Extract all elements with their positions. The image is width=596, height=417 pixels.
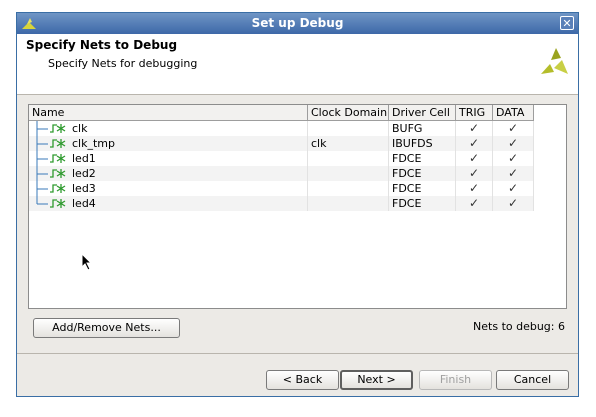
driver-cell-cell: FDCE	[389, 196, 456, 211]
column-header-trig[interactable]: TRIG	[456, 105, 493, 120]
table-row[interactable]: clk_tmp clk IBUFDS ✓ ✓	[29, 136, 534, 151]
clock-domain-cell	[308, 151, 389, 166]
net-icon	[50, 184, 66, 193]
net-name: led3	[72, 181, 308, 196]
mouse-pointer-icon	[81, 253, 93, 271]
table-row[interactable]: led3 FDCE ✓ ✓	[29, 181, 534, 196]
data-cell[interactable]: ✓	[493, 151, 534, 166]
clock-domain-cell: clk	[308, 136, 389, 151]
data-cell[interactable]: ✓	[493, 181, 534, 196]
net-name: clk	[72, 121, 308, 136]
net-icon	[50, 139, 66, 148]
driver-cell-cell: FDCE	[389, 181, 456, 196]
data-cell[interactable]: ✓	[493, 196, 534, 211]
finish-button[interactable]: Finish	[419, 370, 492, 390]
net-name: clk_tmp	[72, 136, 308, 151]
button-separator	[17, 353, 578, 354]
table-row[interactable]: led1 FDCE ✓ ✓	[29, 151, 534, 166]
title-bar[interactable]: Set up Debug ✕	[17, 13, 578, 34]
next-button[interactable]: Next >	[340, 370, 413, 390]
data-cell[interactable]: ✓	[493, 121, 534, 136]
data-cell[interactable]: ✓	[493, 136, 534, 151]
clock-domain-cell	[308, 121, 389, 136]
clock-domain-cell	[308, 196, 389, 211]
add-remove-nets-button[interactable]: Add/Remove Nets...	[33, 318, 180, 338]
net-icon	[50, 154, 66, 163]
tree-connector-icon	[36, 136, 48, 151]
column-header-name[interactable]: Name	[29, 105, 308, 120]
driver-cell-cell: BUFG	[389, 121, 456, 136]
trig-cell[interactable]: ✓	[456, 196, 493, 211]
tree-connector-icon	[36, 151, 48, 166]
table-header: Name Clock Domain Driver Cell TRIG DATA	[29, 105, 534, 121]
trig-cell[interactable]: ✓	[456, 151, 493, 166]
nets-to-debug-count: Nets to debug: 6	[473, 320, 565, 333]
net-name: led2	[72, 166, 308, 181]
net-name: led1	[72, 151, 308, 166]
trig-cell[interactable]: ✓	[456, 166, 493, 181]
back-button[interactable]: < Back	[266, 370, 339, 390]
net-name: led4	[72, 196, 308, 211]
column-header-clock-domain[interactable]: Clock Domain	[308, 105, 389, 120]
driver-cell-cell: FDCE	[389, 166, 456, 181]
table-row[interactable]: led2 FDCE ✓ ✓	[29, 166, 534, 181]
data-cell[interactable]: ✓	[493, 166, 534, 181]
setup-debug-dialog: Set up Debug ✕ Specify Nets to Debug Spe…	[16, 12, 579, 397]
clock-domain-cell	[308, 166, 389, 181]
clock-domain-cell	[308, 181, 389, 196]
cancel-button[interactable]: Cancel	[496, 370, 569, 390]
wizard-header: Specify Nets to Debug Specify Nets for d…	[17, 34, 578, 95]
window-title: Set up Debug	[251, 16, 344, 30]
net-icon	[50, 169, 66, 178]
net-icon	[50, 199, 66, 208]
column-header-driver-cell[interactable]: Driver Cell	[389, 105, 456, 120]
close-button[interactable]: ✕	[560, 16, 574, 30]
page-subtitle: Specify Nets for debugging	[48, 57, 198, 70]
nets-table[interactable]: Name Clock Domain Driver Cell TRIG DATA …	[28, 104, 567, 309]
driver-cell-cell: IBUFDS	[389, 136, 456, 151]
tree-connector-icon	[36, 196, 48, 205]
net-icon	[50, 124, 66, 133]
page-title: Specify Nets to Debug	[26, 38, 178, 52]
table-row[interactable]: led4 FDCE ✓ ✓	[29, 196, 534, 211]
table-row[interactable]: clk BUFG ✓ ✓	[29, 121, 534, 136]
tree-connector-icon	[36, 181, 48, 196]
tree-connector-icon	[36, 166, 48, 181]
trig-cell[interactable]: ✓	[456, 181, 493, 196]
driver-cell-cell: FDCE	[389, 151, 456, 166]
vivado-logo-icon	[541, 48, 568, 74]
trig-cell[interactable]: ✓	[456, 136, 493, 151]
trig-cell[interactable]: ✓	[456, 121, 493, 136]
column-header-data[interactable]: DATA	[493, 105, 534, 120]
tree-connector-icon	[36, 121, 48, 136]
